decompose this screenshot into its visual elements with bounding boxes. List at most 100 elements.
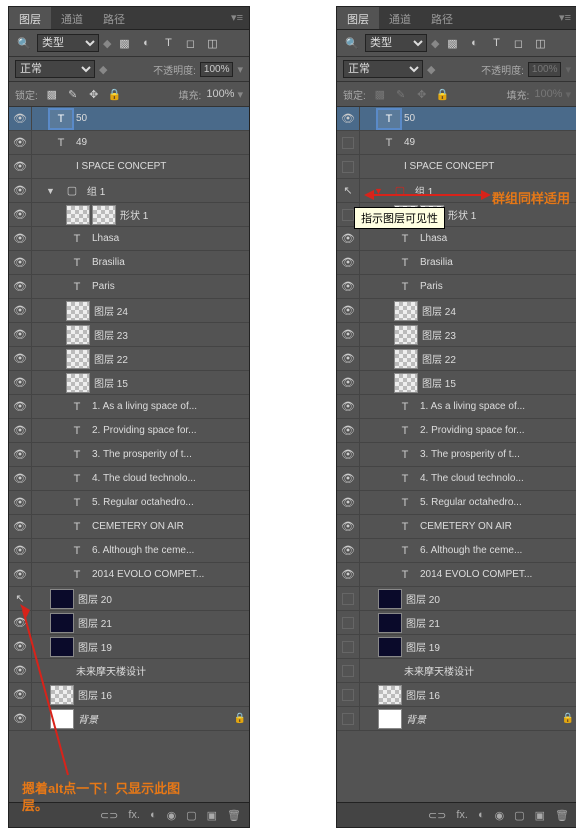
lock-all-icon[interactable]: 🔒 bbox=[106, 85, 124, 103]
visibility-toggle[interactable]: 👁 bbox=[9, 659, 32, 682]
visibility-toggle[interactable]: 👁 bbox=[337, 467, 360, 490]
layer-row[interactable]: 👁图层 24 bbox=[337, 299, 576, 323]
visibility-toggle[interactable]: 👁 bbox=[337, 371, 360, 394]
layer-row[interactable]: 👁T4. The cloud technolo... bbox=[337, 467, 576, 491]
new-layer-icon[interactable]: ▣ bbox=[535, 809, 545, 822]
layer-row[interactable]: 👁T2. Providing space for... bbox=[337, 419, 576, 443]
visibility-toggle[interactable] bbox=[337, 683, 360, 706]
visibility-toggle[interactable]: 👁 bbox=[9, 443, 32, 466]
visibility-toggle[interactable] bbox=[337, 635, 360, 658]
visibility-toggle[interactable]: 👁 bbox=[337, 227, 360, 250]
layer-row[interactable]: 👁TLhasa bbox=[9, 227, 249, 251]
lock-trans-icon[interactable]: ▩ bbox=[371, 85, 389, 103]
layer-row[interactable]: 👁T50 bbox=[9, 107, 249, 131]
layer-row[interactable]: 👁背景🔒 bbox=[9, 707, 249, 731]
filter-icon[interactable]: 🔍 bbox=[15, 34, 33, 52]
layer-row[interactable]: 👁图层 22 bbox=[9, 347, 249, 371]
visibility-toggle[interactable] bbox=[337, 587, 360, 610]
layer-row[interactable]: 👁TBrasilia bbox=[9, 251, 249, 275]
visibility-toggle[interactable]: 👁 bbox=[337, 251, 360, 274]
layer-row[interactable]: 👁 未来摩天楼设计 bbox=[9, 659, 249, 683]
visibility-toggle[interactable]: 👁 bbox=[337, 107, 360, 130]
lock-pixel-icon[interactable]: ✎ bbox=[392, 85, 410, 103]
visibility-toggle[interactable]: 👁 bbox=[9, 395, 32, 418]
visibility-toggle[interactable]: 👁 bbox=[9, 131, 32, 154]
tab-channels[interactable]: 通道 bbox=[51, 7, 93, 29]
visibility-toggle[interactable]: 👁 bbox=[337, 275, 360, 298]
layer-row[interactable]: 背景🔒 bbox=[337, 707, 576, 731]
layer-row[interactable]: 👁T2014 EVOLO COMPET... bbox=[337, 563, 576, 587]
fx-icon[interactable]: fx. bbox=[456, 809, 468, 821]
filter-kind-select[interactable]: 类型 bbox=[365, 34, 427, 52]
blend-mode-select[interactable]: 正常 bbox=[15, 60, 95, 78]
visibility-toggle[interactable]: 👁 bbox=[9, 419, 32, 442]
visibility-toggle[interactable]: 👁 bbox=[337, 563, 360, 586]
link-icon[interactable]: ⊂⊃ bbox=[428, 809, 446, 822]
layer-row[interactable]: 👁图层 19 bbox=[9, 635, 249, 659]
layer-row[interactable]: 👁图层 23 bbox=[9, 323, 249, 347]
visibility-toggle[interactable]: 👁 bbox=[9, 179, 32, 202]
visibility-toggle[interactable]: 👁 bbox=[9, 227, 32, 250]
tab-paths[interactable]: 路径 bbox=[93, 7, 135, 29]
layer-row[interactable]: 👁T3. The prosperity of t... bbox=[9, 443, 249, 467]
layer-row[interactable]: 👁T5. Regular octahedro... bbox=[337, 491, 576, 515]
layer-row[interactable]: I SPACE CONCEPT bbox=[337, 155, 576, 179]
visibility-toggle[interactable] bbox=[337, 611, 360, 634]
visibility-toggle[interactable]: 👁 bbox=[337, 419, 360, 442]
visibility-toggle[interactable]: 👁 bbox=[9, 347, 32, 370]
visibility-toggle[interactable]: 👁 bbox=[9, 635, 32, 658]
layer-row[interactable]: 👁T6. Although the ceme... bbox=[9, 539, 249, 563]
layer-row[interactable]: 👁图层 21 bbox=[9, 611, 249, 635]
layer-row[interactable]: 👁形状 1 bbox=[9, 203, 249, 227]
tab-layers[interactable]: 图层 bbox=[337, 7, 379, 29]
visibility-toggle[interactable]: 👁 bbox=[337, 347, 360, 370]
filter-smart-icon[interactable]: ◫ bbox=[531, 34, 549, 52]
opacity-value[interactable]: 100% bbox=[528, 62, 562, 77]
visibility-toggle[interactable] bbox=[337, 659, 360, 682]
lock-pixel-icon[interactable]: ✎ bbox=[64, 85, 82, 103]
visibility-toggle[interactable]: 👁 bbox=[9, 467, 32, 490]
layer-row[interactable]: 👁图层 15 bbox=[337, 371, 576, 395]
filter-adjust-icon[interactable]: ◐ bbox=[465, 34, 483, 52]
layer-row[interactable]: 👁TCEMETERY ON AIR bbox=[337, 515, 576, 539]
layer-row[interactable]: 图层 21 bbox=[337, 611, 576, 635]
layer-row[interactable]: 👁图层 22 bbox=[337, 347, 576, 371]
layer-row[interactable]: T49 bbox=[337, 131, 576, 155]
layer-row[interactable]: 👁T50 bbox=[337, 107, 576, 131]
layer-row[interactable]: 👁T5. Regular octahedro... bbox=[9, 491, 249, 515]
mask-icon[interactable]: ◐ bbox=[478, 809, 485, 821]
trash-icon[interactable]: 🗑 bbox=[555, 809, 569, 822]
visibility-toggle[interactable]: 👁 bbox=[9, 155, 32, 178]
filter-pixel-icon[interactable]: ▩ bbox=[443, 34, 461, 52]
layer-row[interactable]: 👁图层 23 bbox=[337, 323, 576, 347]
visibility-toggle[interactable]: 👁 bbox=[9, 323, 32, 346]
layer-row[interactable]: 👁TLhasa bbox=[337, 227, 576, 251]
visibility-toggle[interactable]: 👁 bbox=[9, 491, 32, 514]
visibility-toggle[interactable]: 👁 bbox=[9, 299, 32, 322]
filter-shape-icon[interactable]: ◻ bbox=[509, 34, 527, 52]
tab-layers[interactable]: 图层 bbox=[9, 7, 51, 29]
group-icon[interactable]: ▢ bbox=[514, 809, 524, 822]
layer-row[interactable]: 👁图层 24 bbox=[9, 299, 249, 323]
layer-row[interactable]: ↖图层 20 bbox=[9, 587, 249, 611]
visibility-toggle[interactable]: 👁 bbox=[9, 251, 32, 274]
layer-row[interactable]: 👁TBrasilia bbox=[337, 251, 576, 275]
layer-row[interactable]: 图层 19 bbox=[337, 635, 576, 659]
tab-paths[interactable]: 路径 bbox=[421, 7, 463, 29]
lock-all-icon[interactable]: 🔒 bbox=[434, 85, 452, 103]
layer-row[interactable]: 👁TParis bbox=[9, 275, 249, 299]
visibility-toggle[interactable]: 👁 bbox=[9, 539, 32, 562]
visibility-toggle[interactable]: 👁 bbox=[337, 323, 360, 346]
visibility-toggle[interactable] bbox=[337, 155, 360, 178]
visibility-toggle[interactable]: 👁 bbox=[9, 563, 32, 586]
filter-adjust-icon[interactable]: ◐ bbox=[137, 34, 155, 52]
layer-row[interactable]: 👁图层 16 bbox=[9, 683, 249, 707]
layer-row[interactable]: 图层 20 bbox=[337, 587, 576, 611]
layer-row[interactable]: 👁T6. Although the ceme... bbox=[337, 539, 576, 563]
tab-channels[interactable]: 通道 bbox=[379, 7, 421, 29]
filter-shape-icon[interactable]: ◻ bbox=[181, 34, 199, 52]
visibility-toggle[interactable]: 👁 bbox=[9, 515, 32, 538]
layer-row[interactable]: 👁T2. Providing space for... bbox=[9, 419, 249, 443]
lock-move-icon[interactable]: ✥ bbox=[85, 85, 103, 103]
visibility-toggle[interactable]: 👁 bbox=[9, 707, 32, 730]
